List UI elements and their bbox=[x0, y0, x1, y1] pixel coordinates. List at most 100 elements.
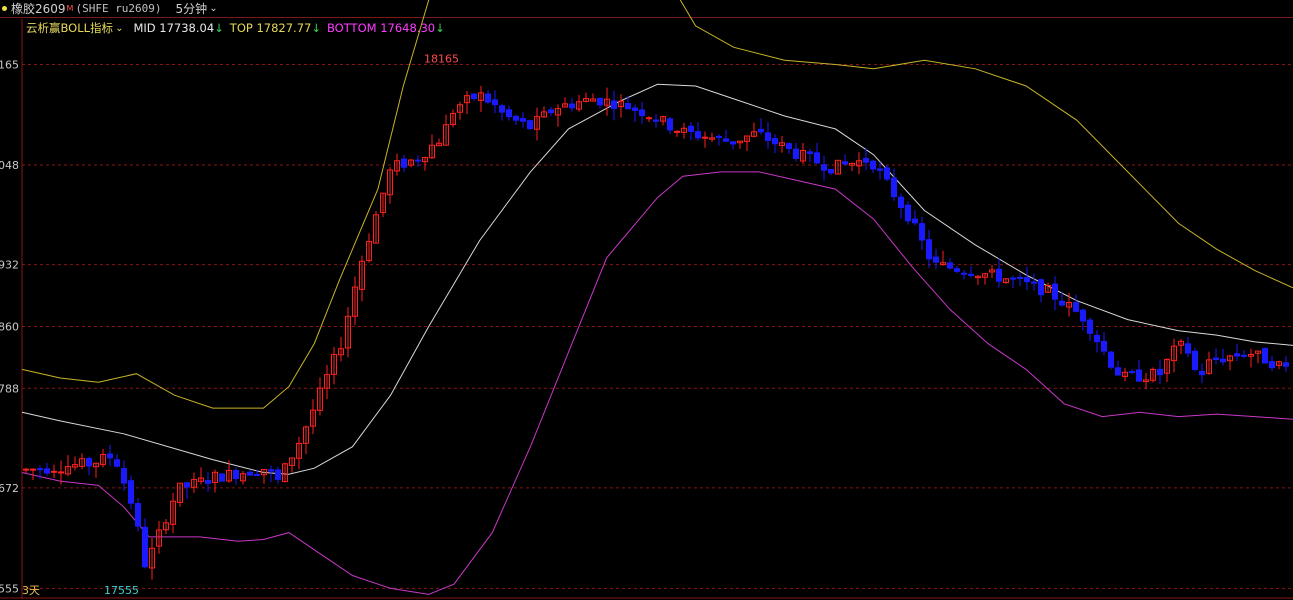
candle-body bbox=[786, 143, 792, 149]
candle-body bbox=[254, 474, 260, 477]
candle-body bbox=[401, 158, 407, 168]
candle-body bbox=[933, 256, 939, 263]
y-tick-label: 788 bbox=[0, 382, 19, 395]
candle-body bbox=[233, 469, 239, 480]
low-price-label: 17555 bbox=[104, 584, 139, 597]
candle-body bbox=[912, 218, 918, 224]
candle-body bbox=[1129, 371, 1135, 374]
candle-body bbox=[1115, 367, 1121, 376]
range-label: 3天 bbox=[22, 584, 40, 597]
candle-body bbox=[1080, 309, 1086, 322]
boll-bottom-line bbox=[21, 171, 1293, 595]
candle-body bbox=[275, 469, 281, 480]
candle-body bbox=[1024, 277, 1030, 283]
boll-mid-line bbox=[21, 83, 1293, 475]
candle-body bbox=[597, 97, 603, 106]
candle-body bbox=[961, 272, 967, 275]
candle-body bbox=[772, 138, 778, 145]
candle-body bbox=[86, 457, 92, 467]
candle-body bbox=[37, 468, 43, 471]
candle-body bbox=[1199, 370, 1205, 376]
y-tick-label: 932 bbox=[0, 259, 19, 272]
candle-body bbox=[842, 161, 848, 165]
candle-body bbox=[1073, 302, 1079, 312]
candle-body bbox=[1087, 319, 1093, 334]
candle-body bbox=[184, 482, 190, 488]
candle-body bbox=[870, 160, 876, 170]
candle-body bbox=[1234, 353, 1240, 357]
candle-body bbox=[905, 204, 911, 222]
candle-body bbox=[954, 268, 960, 272]
candle-body bbox=[1192, 350, 1198, 371]
candle-body bbox=[926, 239, 932, 260]
candle-body bbox=[702, 136, 708, 139]
candle-body bbox=[947, 262, 953, 269]
y-tick-label: 860 bbox=[0, 320, 19, 333]
candle-body bbox=[513, 115, 519, 121]
y-tick-label: 555 bbox=[0, 582, 19, 595]
y-tick-label: 165 bbox=[0, 59, 19, 72]
candle-body bbox=[205, 479, 211, 484]
candle-body bbox=[674, 130, 680, 133]
candle-body bbox=[471, 93, 477, 99]
candle-body bbox=[142, 526, 148, 568]
candle-body bbox=[996, 268, 1002, 282]
candle-body bbox=[1241, 354, 1247, 357]
candle-body bbox=[968, 273, 974, 276]
candle-body bbox=[114, 459, 120, 467]
candle-body bbox=[247, 471, 253, 476]
candle-body bbox=[1031, 281, 1037, 284]
candle-body bbox=[1017, 277, 1023, 280]
candle-body bbox=[716, 135, 722, 138]
candle-body bbox=[695, 131, 701, 139]
candle-body bbox=[499, 105, 505, 113]
candle-body bbox=[611, 100, 617, 109]
candle-body bbox=[723, 138, 729, 142]
candle-body bbox=[527, 120, 533, 130]
candle-body bbox=[1269, 360, 1275, 369]
candle-body bbox=[23, 468, 29, 471]
candle-body bbox=[1101, 340, 1107, 352]
y-tick-label: 672 bbox=[0, 482, 19, 495]
candle-body bbox=[219, 473, 225, 482]
candle-body bbox=[1220, 358, 1226, 363]
candle-body bbox=[758, 128, 764, 133]
candle-body bbox=[667, 118, 673, 131]
candle-body bbox=[121, 468, 127, 484]
candle-body bbox=[135, 503, 141, 527]
candle-body bbox=[1157, 368, 1163, 376]
candle-body bbox=[51, 470, 57, 473]
candle-body bbox=[765, 132, 771, 141]
candle-body bbox=[828, 168, 834, 174]
candle-body bbox=[730, 141, 736, 145]
high-price-label: 18165 bbox=[424, 53, 459, 66]
candle-body bbox=[625, 103, 631, 110]
candle-body bbox=[548, 109, 554, 114]
candle-body bbox=[688, 125, 694, 132]
candle-body bbox=[1108, 351, 1114, 368]
candle-body bbox=[415, 159, 421, 162]
candle-body bbox=[639, 109, 645, 117]
candle-body bbox=[1213, 357, 1219, 360]
candle-body bbox=[128, 480, 134, 504]
candle-body bbox=[1185, 343, 1191, 354]
candle-body bbox=[898, 196, 904, 208]
candlestick-plot[interactable]: 555 672 788 860 932 048 165 18165 17555 3天 bbox=[0, 0, 1293, 600]
candle-body bbox=[863, 157, 869, 163]
candle-body bbox=[919, 223, 925, 241]
candle-body bbox=[884, 167, 890, 180]
candle-body bbox=[653, 119, 659, 122]
candle-body bbox=[1010, 277, 1016, 280]
candle-body bbox=[1262, 348, 1268, 364]
candle-body bbox=[891, 177, 897, 198]
chart-window: 橡胶2609 M (SHFE ru2609) 5分钟 ⌄ 云析赢BOLL指标 ⌄ … bbox=[0, 0, 1293, 600]
candle-body bbox=[821, 164, 827, 171]
candle-body bbox=[632, 107, 638, 111]
candle-body bbox=[814, 152, 820, 164]
candle-body bbox=[877, 168, 883, 171]
candle-body bbox=[1094, 334, 1100, 343]
candle-body bbox=[807, 151, 813, 155]
candle-body bbox=[1038, 279, 1044, 296]
candle-body bbox=[1283, 362, 1289, 367]
candle-body bbox=[1059, 300, 1065, 306]
